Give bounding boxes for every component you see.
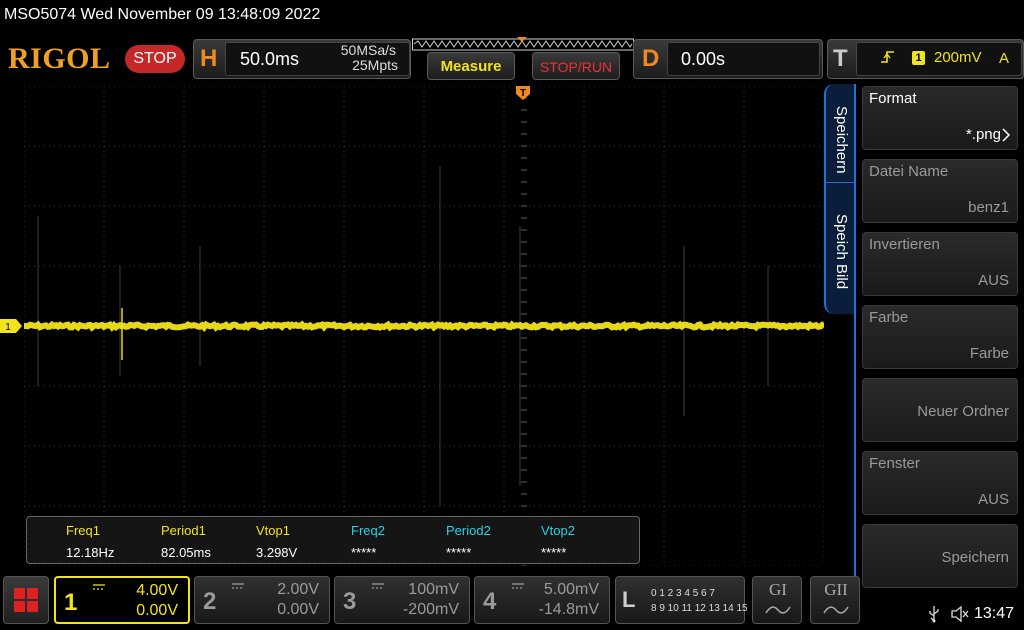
measure-button[interactable]: Measure	[427, 52, 515, 80]
channel-1-button[interactable]: 1 4.00V 0.00V	[54, 576, 190, 624]
measurement-label: Period2	[446, 523, 491, 538]
waveform-spikes	[37, 166, 769, 506]
run-state-badge[interactable]: STOP	[125, 45, 185, 73]
channel-scale: 5.00mV	[543, 581, 599, 598]
measurement-value: *****	[541, 545, 567, 560]
main-menu-button[interactable]	[3, 576, 49, 624]
measurement-label: Vtop2	[541, 523, 575, 538]
channel-number: 4	[483, 588, 497, 615]
softkey-7[interactable]: Speichern	[862, 524, 1018, 588]
softkey-value: benz1	[968, 199, 1009, 216]
dc-coupling-icon	[372, 583, 384, 589]
measurement-value: 82.05ms	[161, 545, 211, 560]
channel-number: 3	[343, 588, 357, 615]
ch1-offset-marker[interactable]: 1	[0, 319, 22, 333]
softkey-6[interactable]: Fenster AUS	[862, 451, 1018, 515]
channel-scale: 4.00V	[136, 582, 178, 599]
trigger-channel-badge: 1	[912, 51, 925, 65]
softkey-value: AUS	[978, 272, 1009, 289]
softkey-5[interactable]: Neuer Ordner	[862, 378, 1018, 442]
softkey-1[interactable]: Format * .png	[862, 86, 1018, 150]
measurement-label: Vtop1	[256, 523, 290, 538]
softkey-value: Farbe	[969, 345, 1009, 362]
svg-text:T: T	[520, 88, 526, 99]
grid-menu-icon	[14, 588, 38, 612]
channel-scale: 100mV	[408, 581, 459, 598]
waveform-grid[interactable]: T	[24, 86, 824, 566]
title-text: MSO5074 Wed November 09 13:48:09 2022	[4, 6, 321, 23]
softkey-title: Farbe	[869, 309, 909, 326]
decoder-wave-icon	[765, 606, 791, 614]
channel-number: 2	[203, 588, 217, 615]
dc-coupling-icon	[93, 584, 105, 590]
channel-offset: 0.00V	[277, 601, 319, 618]
ch1-spike-mark	[121, 308, 123, 360]
stop-run-button[interactable]: STOP/RUN	[532, 52, 620, 80]
rigol-logo: RIGOL	[8, 42, 111, 75]
trigger-level: 200mV	[934, 49, 982, 66]
svg-text:1: 1	[5, 322, 11, 333]
channel-offset: -200mV	[402, 601, 459, 618]
usb-icon	[929, 606, 939, 623]
decoder-2-label: GII	[824, 580, 848, 599]
trigger-mode: A	[999, 50, 1010, 67]
measurement-value: 3.298V	[256, 545, 298, 560]
channel-offset: 0.00V	[136, 602, 178, 619]
dc-coupling-icon	[232, 583, 244, 589]
measurement-value: *****	[446, 545, 472, 560]
horizontal-letter: H	[200, 45, 218, 72]
timebase-value: 50.0ms	[240, 49, 300, 69]
tab-speichern[interactable]: Speichern	[833, 106, 850, 174]
ch1-waveform-trace	[24, 320, 824, 333]
softkey-value: AUS	[978, 491, 1009, 508]
menu-tabs: Speichern Speich Bild	[824, 84, 856, 314]
decoder-wave-icon	[823, 606, 849, 614]
la-channels-row1: 0 1 2 3 4 5 6 7	[651, 588, 715, 599]
decoder-1-button[interactable]: GI	[752, 576, 802, 624]
softkey-value: .png	[971, 126, 1001, 143]
trigger-letter: T	[833, 45, 848, 72]
channel-3-button[interactable]: 3 100mV -200mV	[334, 576, 470, 624]
measurement-value: 12.18Hz	[66, 545, 115, 560]
logic-analyzer-letter: L	[622, 587, 636, 612]
softkey-3[interactable]: Invertieren AUS	[862, 232, 1018, 296]
measurement-label: Freq2	[351, 523, 385, 538]
decoder-1-label: GI	[769, 580, 787, 599]
memory-timeline[interactable]	[412, 37, 634, 51]
tab-speich-bild[interactable]: Speich Bild	[833, 214, 850, 289]
softkey-title: Format	[869, 90, 917, 107]
channel-2-button[interactable]: 2 2.00V 0.00V	[194, 576, 330, 624]
decoder-2-button[interactable]: GII	[810, 576, 860, 624]
title-bar: MSO5074 Wed November 09 13:48:09 2022	[0, 0, 1024, 30]
measurement-label: Period1	[161, 523, 206, 538]
measurement-value: *****	[351, 545, 377, 560]
softkey-2[interactable]: Datei Name benz1	[862, 159, 1018, 223]
rising-edge-icon	[881, 51, 894, 63]
la-channels-row2: 8 9 10 11 12 13 14 15	[651, 603, 748, 614]
softkey-title: Datei Name	[869, 163, 949, 180]
sample-rate: 50MSa/s	[340, 42, 396, 58]
measurement-label: Freq1	[66, 523, 100, 538]
delay-letter: D	[642, 45, 660, 72]
delay-value: 0.00s	[681, 49, 726, 69]
chevron-right-icon	[1002, 127, 1011, 142]
softkey-label: Neuer Ordner	[917, 403, 1009, 420]
trigger-t-marker: T	[516, 86, 530, 100]
channel-scale: 2.00V	[277, 581, 319, 598]
softkey-label: Speichern	[941, 549, 1009, 566]
memory-depth: 25Mpts	[352, 57, 398, 73]
clock: 13:47	[974, 605, 1015, 622]
softkey-4[interactable]: Farbe Farbe	[862, 305, 1018, 369]
channel-4-button[interactable]: 4 5.00mV -14.8mV	[474, 576, 610, 624]
channel-number: 1	[64, 589, 78, 616]
softkey-title: Invertieren	[869, 236, 940, 253]
dc-coupling-icon	[512, 583, 524, 589]
channel-offset: -14.8mV	[538, 601, 599, 618]
speaker-muted-icon[interactable]	[950, 605, 970, 623]
softkey-title: Fenster	[869, 455, 920, 472]
